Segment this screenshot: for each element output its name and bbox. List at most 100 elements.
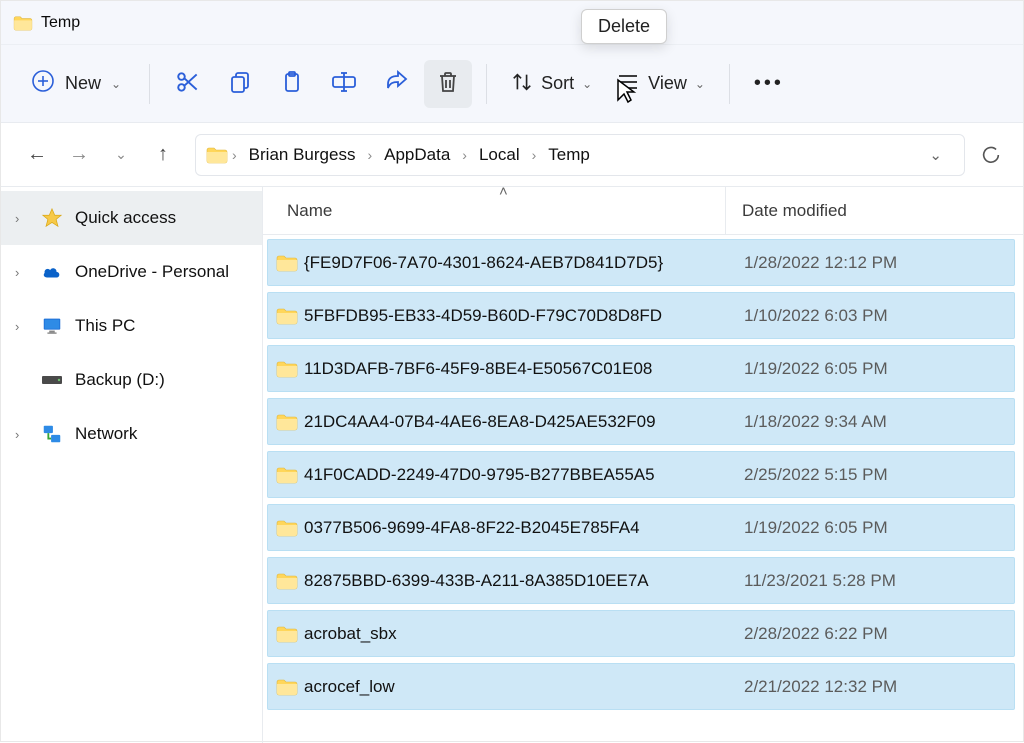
more-button[interactable]: ••• (744, 60, 794, 108)
sidebar-item-backup-drive[interactable]: › Backup (D:) (1, 353, 262, 407)
paste-button[interactable] (268, 60, 316, 108)
breadcrumb-chevron-icon: › (232, 147, 237, 163)
file-date: 2/28/2022 6:22 PM (724, 624, 1014, 644)
file-rows-container: {FE9D7F06-7A70-4301-8624-AEB7D841D7D5}1/… (263, 235, 1023, 743)
share-button[interactable] (372, 60, 420, 108)
breadcrumb-chevron-icon: › (367, 147, 372, 163)
breadcrumb-folder-icon (206, 146, 228, 164)
file-name: {FE9D7F06-7A70-4301-8624-AEB7D841D7D5} (304, 253, 724, 273)
file-date: 1/18/2022 9:34 AM (724, 412, 1014, 432)
toolbar: New ⌄ Sort ⌄ (1, 45, 1023, 123)
plus-circle-icon (31, 69, 55, 98)
file-row[interactable]: 82875BBD-6399-433B-A211-8A385D10EE7A11/2… (267, 557, 1015, 604)
file-row[interactable]: acrobat_sbx2/28/2022 6:22 PM (267, 610, 1015, 657)
new-button[interactable]: New ⌄ (17, 60, 135, 108)
delete-tooltip: Delete (581, 9, 667, 44)
title-bar: Temp Delete (1, 1, 1023, 45)
rename-icon (331, 70, 357, 97)
column-header-name[interactable]: Name (263, 201, 725, 221)
cut-button[interactable] (164, 60, 212, 108)
sidebar-item-label: This PC (75, 316, 135, 336)
sort-indicator-icon: ˄ (499, 187, 508, 200)
folder-icon (276, 254, 304, 272)
chevron-right-icon: › (15, 319, 29, 334)
clipboard-icon (280, 70, 304, 97)
file-row[interactable]: {FE9D7F06-7A70-4301-8624-AEB7D841D7D5}1/… (267, 239, 1015, 286)
toolbar-separator (729, 64, 730, 104)
sidebar-item-quick-access[interactable]: › Quick access (1, 191, 262, 245)
chevron-down-icon: ⌄ (695, 77, 705, 91)
sidebar-item-onedrive[interactable]: › OneDrive - Personal (1, 245, 262, 299)
window-title: Temp (41, 14, 80, 32)
network-icon (41, 423, 63, 445)
view-button[interactable]: View ⌄ (606, 60, 715, 108)
breadcrumb-dropdown[interactable]: ⌄ (917, 146, 954, 164)
up-button[interactable]: ↑ (145, 137, 181, 173)
file-date: 1/19/2022 6:05 PM (724, 359, 1014, 379)
file-name: 0377B506-9699-4FA8-8F22-B2045E785FA4 (304, 518, 724, 538)
drive-icon (41, 369, 63, 391)
recent-locations-button[interactable]: ⌄ (103, 137, 139, 173)
folder-icon (276, 678, 304, 696)
list-icon (616, 71, 640, 96)
sort-icon (511, 71, 533, 96)
file-name: 21DC4AA4-07B4-4AE6-8EA8-D425AE532F09 (304, 412, 724, 432)
file-date: 2/21/2022 12:32 PM (724, 677, 1014, 697)
file-row[interactable]: acrocef_low2/21/2022 12:32 PM (267, 663, 1015, 710)
file-name: 41F0CADD-2249-47D0-9795-B277BBEA55A5 (304, 465, 724, 485)
column-header-date[interactable]: Date modified (725, 187, 1023, 234)
star-icon (41, 207, 63, 229)
file-list-pane: ˄ Name Date modified {FE9D7F06-7A70-4301… (263, 187, 1023, 743)
refresh-button[interactable] (977, 134, 1005, 176)
cloud-icon (41, 261, 63, 283)
rename-button[interactable] (320, 60, 368, 108)
folder-icon (276, 625, 304, 643)
file-date: 2/25/2022 5:15 PM (724, 465, 1014, 485)
folder-icon (276, 413, 304, 431)
folder-icon (276, 572, 304, 590)
file-row[interactable]: 5FBFDB95-EB33-4D59-B60D-F79C70D8D8FD1/10… (267, 292, 1015, 339)
delete-button[interactable] (424, 60, 472, 108)
share-icon (384, 70, 408, 97)
scissors-icon (175, 69, 201, 98)
forward-button[interactable]: → (61, 137, 97, 173)
view-button-label: View (648, 73, 687, 94)
folder-icon (276, 519, 304, 537)
file-date: 11/23/2021 5:28 PM (724, 571, 1014, 591)
breadcrumb-item[interactable]: Brian Burgess (241, 141, 364, 169)
navigation-row: ← → ⌄ ↑ › Brian Burgess › AppData › Loca… (1, 123, 1023, 187)
chevron-right-icon: › (15, 427, 29, 442)
copy-button[interactable] (216, 60, 264, 108)
sort-button[interactable]: Sort ⌄ (501, 60, 602, 108)
sidebar-item-this-pc[interactable]: › This PC (1, 299, 262, 353)
sidebar: › Quick access › OneDrive - Personal › T… (1, 187, 263, 743)
file-row[interactable]: 0377B506-9699-4FA8-8F22-B2045E785FA41/19… (267, 504, 1015, 551)
file-name: acrocef_low (304, 677, 724, 697)
window-folder-icon (13, 15, 33, 31)
chevron-right-icon: › (15, 211, 29, 226)
sidebar-item-label: Backup (D:) (75, 370, 165, 390)
folder-icon (276, 466, 304, 484)
chevron-down-icon: ⌄ (111, 77, 121, 91)
breadcrumb-item[interactable]: Temp (540, 141, 598, 169)
file-name: 11D3DAFB-7BF6-45F9-8BE4-E50567C01E08 (304, 359, 724, 379)
breadcrumb-item[interactable]: AppData (376, 141, 458, 169)
file-row[interactable]: 11D3DAFB-7BF6-45F9-8BE4-E50567C01E081/19… (267, 345, 1015, 392)
file-row[interactable]: 21DC4AA4-07B4-4AE6-8EA8-D425AE532F091/18… (267, 398, 1015, 445)
sidebar-item-network[interactable]: › Network (1, 407, 262, 461)
sidebar-item-label: Quick access (75, 208, 176, 228)
arrow-up-icon: ↑ (158, 143, 168, 166)
sidebar-item-label: Network (75, 424, 137, 444)
file-date: 1/19/2022 6:05 PM (724, 518, 1014, 538)
toolbar-separator (149, 64, 150, 104)
breadcrumb-item[interactable]: Local (471, 141, 528, 169)
back-button[interactable]: ← (19, 137, 55, 173)
file-date: 1/28/2022 12:12 PM (724, 253, 1014, 273)
breadcrumb[interactable]: › Brian Burgess › AppData › Local › Temp… (195, 134, 965, 176)
copy-icon (228, 70, 252, 97)
breadcrumb-chevron-icon: › (532, 147, 537, 163)
file-row[interactable]: 41F0CADD-2249-47D0-9795-B277BBEA55A52/25… (267, 451, 1015, 498)
file-date: 1/10/2022 6:03 PM (724, 306, 1014, 326)
arrow-right-icon: → (69, 143, 89, 166)
toolbar-separator (486, 64, 487, 104)
